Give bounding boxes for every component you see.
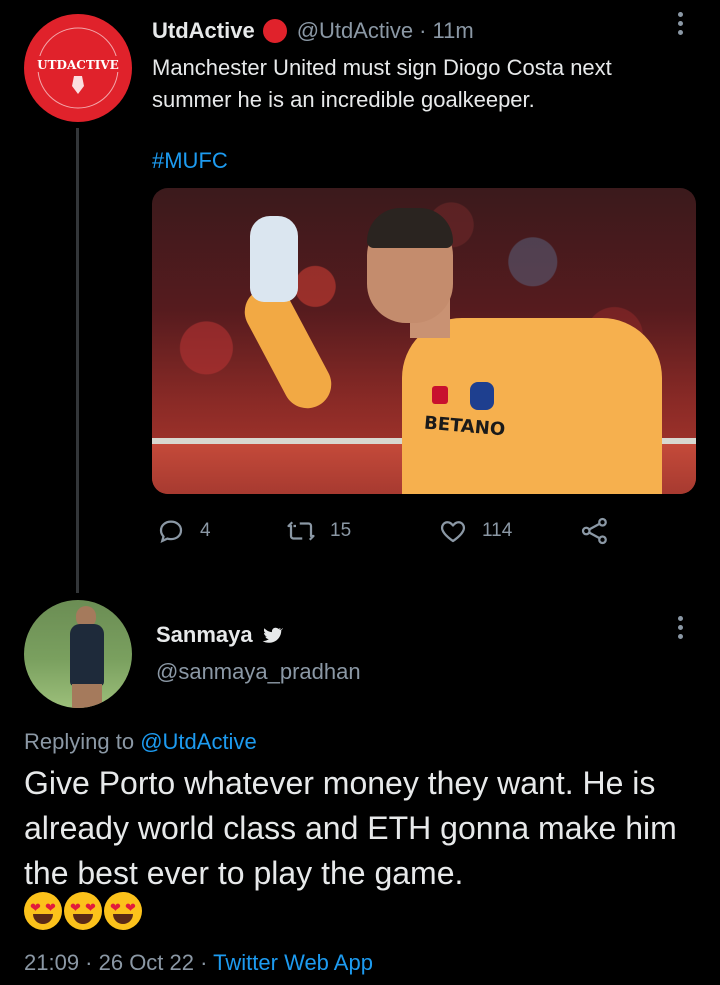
twitter-bird-icon	[262, 627, 283, 643]
like-icon	[440, 521, 466, 543]
thread-line	[76, 128, 79, 593]
tweet-meta: 21:09 · 26 Oct 22 · Twitter Web App	[24, 950, 373, 976]
header-separator: ·	[419, 18, 427, 43]
red-dot-icon	[262, 19, 287, 43]
tweet-timestamp[interactable]: 21:09 · 26 Oct 22	[24, 950, 194, 975]
focus-handle[interactable]: @sanmaya_pradhan	[156, 659, 361, 685]
share-icon	[581, 517, 607, 545]
photo-porto-badge	[470, 382, 494, 410]
photo-goalkeeper-jersey	[402, 318, 662, 494]
reply-icon	[159, 520, 183, 544]
meta-separator: ·	[200, 950, 208, 975]
focus-tweet-text: Give Porto whatever money they want. He …	[24, 765, 677, 891]
focus-display-name[interactable]: Sanmaya	[156, 622, 253, 648]
hashtag-link[interactable]: #MUFC	[152, 148, 228, 174]
more-options-icon[interactable]	[672, 12, 688, 42]
replying-mention-link[interactable]: @UtdActive	[140, 729, 256, 754]
parent-tweet-header: UtdActive @UtdActive · 11m	[152, 18, 474, 44]
like-button[interactable]: 114	[438, 516, 512, 546]
replying-to: Replying to @UtdActive	[24, 729, 257, 755]
more-options-icon[interactable]	[672, 616, 688, 646]
heart-eyes-emoji-icon: ❤ ❤	[64, 892, 102, 930]
parent-time[interactable]: 11m	[433, 18, 474, 44]
retweet-icon	[287, 521, 315, 541]
heart-eyes-emoji-icon: ❤ ❤	[104, 892, 142, 930]
reply-button[interactable]: 4	[156, 516, 211, 546]
focus-display-name-row: Sanmaya	[156, 622, 283, 648]
parent-display-name[interactable]: UtdActive	[152, 18, 255, 44]
emoji-row: ❤ ❤ ❤ ❤ ❤ ❤	[24, 892, 142, 930]
avatar-player-body	[70, 624, 104, 686]
utdactive-logo: UTDACTIVE	[34, 27, 122, 109]
retweet-count: 15	[330, 520, 352, 541]
avatar-player-legs	[72, 684, 102, 708]
photo-glove	[250, 216, 298, 302]
tweet-source-link[interactable]: Twitter Web App	[213, 950, 373, 975]
heart-eyes-emoji-icon: ❤ ❤	[24, 892, 62, 930]
tweet-actions: 4 15 114	[156, 516, 616, 552]
like-count: 114	[482, 520, 513, 541]
sanmaya-avatar[interactable]	[24, 600, 132, 708]
photo-portugal-badge	[432, 386, 448, 404]
retweet-button[interactable]: 15	[286, 516, 351, 546]
share-button[interactable]	[580, 516, 624, 546]
photo-hair	[367, 208, 453, 248]
replying-prefix: Replying to	[24, 729, 135, 754]
parent-tweet-text: Manchester United must sign Diogo Costa …	[152, 55, 612, 112]
parent-handle[interactable]: @UtdActive	[297, 18, 413, 44]
reply-count: 4	[200, 520, 211, 541]
utdactive-avatar[interactable]: UTDACTIVE	[24, 14, 132, 122]
avatar-text: UTDACTIVE	[37, 58, 119, 72]
tweet-photo[interactable]: BETANO	[152, 188, 696, 494]
